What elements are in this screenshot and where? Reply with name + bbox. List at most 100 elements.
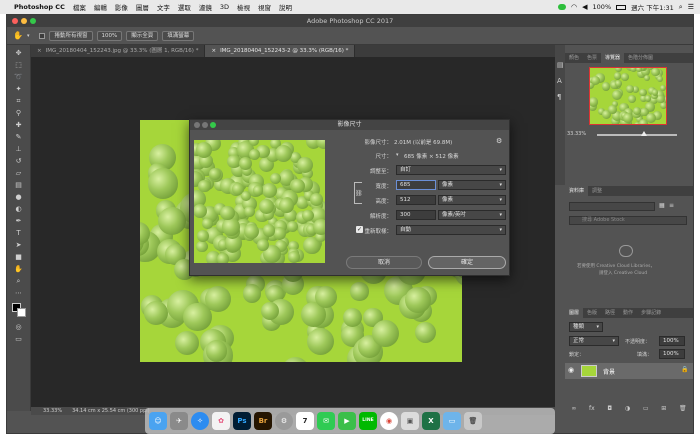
blur-tool-icon[interactable]: ● bbox=[13, 193, 24, 202]
facetime-icon[interactable]: ▶ bbox=[338, 412, 356, 430]
shape-tool-icon[interactable]: ■ bbox=[13, 253, 24, 262]
dialog-preview[interactable] bbox=[194, 140, 325, 263]
menu-image[interactable]: 影像 bbox=[115, 2, 128, 12]
layer-row[interactable]: ◉ 背景 🔒 bbox=[565, 363, 693, 379]
library-login-link[interactable]: 請登入 Creative Cloud bbox=[599, 270, 647, 276]
trash-icon[interactable]: 🗑 bbox=[464, 412, 482, 430]
scroll-all-windows-button[interactable]: 捲動所有視窗 bbox=[49, 30, 93, 41]
height-unit-select[interactable]: 像素 ▾ bbox=[438, 195, 506, 205]
library-view-icon[interactable]: ▦ bbox=[659, 202, 665, 209]
tab-layers[interactable]: 圖層 bbox=[565, 308, 584, 318]
adjustment-layer-icon[interactable]: ◑ bbox=[625, 405, 630, 414]
dimensions-chevron-icon[interactable]: ▾ bbox=[396, 152, 399, 158]
menu-layer[interactable]: 圖層 bbox=[136, 2, 149, 12]
photos-icon[interactable]: ✿ bbox=[212, 412, 230, 430]
lasso-tool-icon[interactable]: ➰ bbox=[13, 73, 24, 82]
zoom-100-button[interactable]: 100% bbox=[96, 30, 123, 41]
excel-icon[interactable]: X bbox=[422, 412, 440, 430]
width-unit-select[interactable]: 像素 ▾ bbox=[438, 180, 506, 190]
type-tool-icon[interactable]: T bbox=[13, 229, 24, 238]
navigator-zoom-slider[interactable] bbox=[597, 131, 677, 136]
tab-color[interactable]: 顏色 bbox=[565, 53, 583, 63]
fit-screen-button[interactable]: 顯示全頁 bbox=[126, 30, 159, 41]
healing-brush-tool-icon[interactable]: ✚ bbox=[13, 121, 24, 130]
gradient-tool-icon[interactable]: ▤ bbox=[13, 181, 24, 190]
safari-icon[interactable]: ✧ bbox=[191, 412, 209, 430]
eraser-tool-icon[interactable]: ▱ bbox=[13, 169, 24, 178]
launchpad-icon[interactable]: ✈ bbox=[170, 412, 188, 430]
system-prefs-icon[interactable]: ⚙ bbox=[275, 412, 293, 430]
magic-wand-tool-icon[interactable]: ✦ bbox=[13, 85, 24, 94]
character-panel-icon[interactable]: A bbox=[557, 77, 562, 85]
search-icon[interactable]: ⌕ bbox=[679, 3, 683, 12]
tab-document-1[interactable]: × IMG_20180404_152243.jpg @ 33.3% (圖層 1, … bbox=[31, 45, 206, 57]
resolution-field[interactable]: 300 bbox=[396, 210, 436, 220]
tab-channels[interactable]: 色版 bbox=[583, 308, 601, 318]
delete-layer-icon[interactable]: 🗑 bbox=[679, 405, 687, 414]
app-menu[interactable]: Photoshop CC bbox=[14, 3, 65, 11]
link-layers-icon[interactable]: ∞ bbox=[571, 405, 576, 414]
paragraph-panel-icon[interactable]: ¶ bbox=[557, 93, 561, 101]
zoom-tool-icon[interactable]: ⌕ bbox=[13, 277, 24, 286]
brush-tool-icon[interactable]: ✎ bbox=[13, 133, 24, 142]
menu-filter[interactable]: 濾鏡 bbox=[199, 2, 212, 12]
marquee-tool-icon[interactable]: ⬚ bbox=[13, 61, 24, 70]
crop-tool-icon[interactable]: ⌗ bbox=[13, 97, 24, 106]
wifi-icon[interactable]: ◠ bbox=[571, 3, 577, 11]
background-color-swatch[interactable] bbox=[17, 308, 26, 317]
close-tab-icon[interactable]: × bbox=[211, 48, 216, 54]
layer-mask-icon[interactable]: ◘ bbox=[607, 405, 612, 414]
close-window-icon[interactable] bbox=[12, 18, 18, 24]
notification-center-icon[interactable]: ☰ bbox=[688, 3, 694, 11]
tab-history[interactable]: 步驟記錄 bbox=[637, 308, 665, 318]
menu-file[interactable]: 檔案 bbox=[73, 2, 86, 12]
finder-icon[interactable]: ☺ bbox=[149, 412, 167, 430]
pen-tool-icon[interactable]: ✒ bbox=[13, 217, 24, 226]
close-tab-icon[interactable]: × bbox=[37, 48, 42, 54]
resample-select[interactable]: 自動 ▾ bbox=[396, 225, 506, 235]
menu-type[interactable]: 文字 bbox=[157, 2, 170, 12]
opacity-field[interactable]: 100% bbox=[659, 336, 685, 346]
resolution-unit-select[interactable]: 像素/英吋 ▾ bbox=[438, 210, 506, 220]
move-tool-icon[interactable]: ✥ bbox=[13, 49, 24, 58]
new-layer-icon[interactable]: ⊞ bbox=[661, 405, 666, 414]
dodge-tool-icon[interactable]: ◐ bbox=[13, 205, 24, 214]
tab-actions[interactable]: 動作 bbox=[619, 308, 637, 318]
minimize-window-icon[interactable] bbox=[21, 18, 27, 24]
tab-paths[interactable]: 路徑 bbox=[601, 308, 619, 318]
menu-edit[interactable]: 編輯 bbox=[94, 2, 107, 12]
menu-view[interactable]: 檢視 bbox=[237, 2, 250, 12]
tab-libraries[interactable]: 資料庫 bbox=[565, 186, 589, 196]
zoom-readout[interactable]: 33.33% bbox=[43, 407, 62, 415]
screen-mode-icon[interactable]: ▭ bbox=[13, 335, 24, 344]
photoshop-icon[interactable]: Ps bbox=[233, 412, 251, 430]
navigator-thumbnail[interactable] bbox=[589, 67, 667, 125]
volume-icon[interactable]: ◀ bbox=[582, 3, 587, 11]
cancel-button[interactable]: 取消 bbox=[346, 256, 422, 269]
line-icon[interactable]: LINE bbox=[359, 412, 377, 430]
tab-document-2[interactable]: × IMG_20180404_152243-2 @ 33.3% (RGB/16) … bbox=[205, 45, 356, 57]
layer-lock-icon[interactable]: 🔒 bbox=[681, 366, 688, 373]
eyedropper-tool-icon[interactable]: ⚲ bbox=[13, 109, 24, 118]
library-dropdown[interactable] bbox=[569, 202, 655, 211]
menu-help[interactable]: 說明 bbox=[279, 2, 292, 12]
history-brush-tool-icon[interactable]: ↺ bbox=[13, 157, 24, 166]
clone-stamp-tool-icon[interactable]: ⊥ bbox=[13, 145, 24, 154]
hand-tool-icon[interactable]: ✋ bbox=[13, 31, 23, 40]
wechat-icon[interactable] bbox=[558, 4, 567, 10]
settings-gear-icon[interactable]: ⚙ bbox=[496, 137, 502, 145]
menu-window[interactable]: 視窗 bbox=[258, 2, 271, 12]
layer-name[interactable]: 背景 bbox=[603, 367, 615, 376]
messages-icon[interactable]: ✉ bbox=[317, 412, 335, 430]
navigator-zoom-readout[interactable]: 33.33% bbox=[567, 131, 586, 137]
menu-select[interactable]: 選取 bbox=[178, 2, 191, 12]
ok-button[interactable]: 確定 bbox=[428, 256, 506, 269]
clock[interactable]: 週六 下午1:31 bbox=[631, 2, 674, 12]
tab-swatches[interactable]: 色票 bbox=[583, 53, 601, 63]
fill-field[interactable]: 100% bbox=[659, 349, 685, 359]
battery-icon[interactable] bbox=[616, 4, 627, 10]
eye-icon[interactable]: ◉ bbox=[568, 366, 574, 374]
menu-3d[interactable]: 3D bbox=[220, 3, 229, 11]
zoom-slider-handle[interactable] bbox=[641, 131, 647, 136]
dialog-close-icon[interactable] bbox=[194, 122, 200, 128]
